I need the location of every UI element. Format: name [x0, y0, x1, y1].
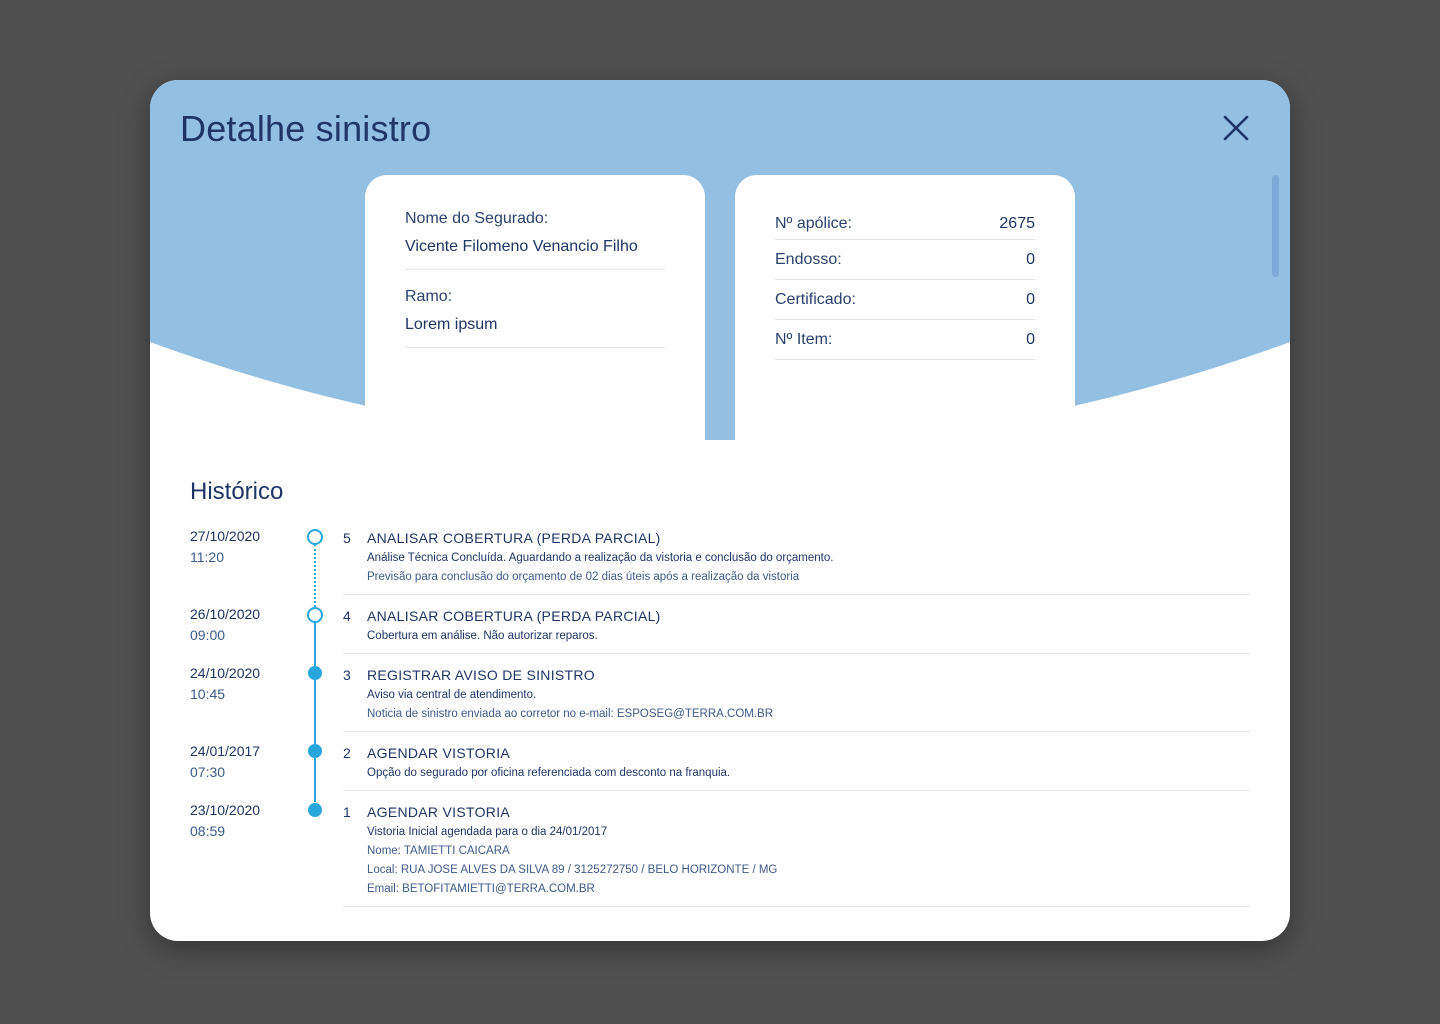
entry-number: 4 [343, 608, 351, 624]
entry-detail: Nome: TAMIETTI CAICARA [367, 845, 510, 857]
entry-description: Opção do segurado por oficina referencia… [367, 767, 731, 779]
entry-date: 26/10/2020 [190, 606, 261, 622]
entry-divider [343, 906, 1250, 907]
entry-detail: Email: BETOFITAMIETTI@TERRA.COM.BR [367, 883, 595, 895]
entry-time: 10:45 [190, 686, 226, 702]
claim-detail-modal: Detalhe sinistro Nome do Segurado: Vicen… [150, 80, 1290, 941]
entry-divider [343, 594, 1250, 595]
timeline-connector [314, 758, 316, 802]
entry-detail: Previsão para conclusão do orçamento de … [367, 571, 800, 583]
timeline-connector [314, 680, 316, 744]
entry-time: 09:00 [190, 627, 226, 643]
entry-divider [343, 653, 1250, 654]
entry-description: Vistoria Inicial agendada para o dia 24/… [367, 826, 608, 838]
entry-description: Análise Técnica Concluída. Aguardando a … [367, 552, 834, 564]
entry-divider [343, 790, 1250, 791]
entry-title: AGENDAR VISTORIA [367, 804, 511, 820]
timeline-connector [314, 544, 316, 607]
entry-number: 1 [343, 804, 351, 820]
history-timeline: 27/10/2020 11:20 5 ANALISAR COBERTURA (P… [150, 80, 1290, 941]
entry-description: Cobertura em análise. Não autorizar repa… [367, 630, 598, 642]
entry-title: REGISTRAR AVISO DE SINISTRO [367, 667, 595, 683]
entry-number: 5 [343, 530, 351, 546]
entry-time: 11:20 [190, 549, 224, 565]
entry-date: 23/10/2020 [190, 802, 261, 818]
entry-description: Aviso via central de atendimento. [367, 689, 537, 701]
entry-title: AGENDAR VISTORIA [367, 745, 511, 761]
entry-date: 27/10/2020 [190, 528, 261, 544]
entry-date: 24/01/2017 [190, 743, 261, 759]
entry-time: 08:59 [190, 823, 226, 839]
entry-number: 2 [343, 745, 351, 761]
entry-detail: Noticia de sinistro enviada ao corretor … [367, 708, 774, 720]
timeline-dot-pending [307, 607, 323, 623]
entry-detail: Local: RUA JOSE ALVES DA SILVA 89 / 3125… [367, 864, 778, 876]
entry-number: 3 [343, 667, 351, 683]
entry-title: ANALISAR COBERTURA (PERDA PARCIAL) [367, 530, 661, 546]
timeline-connector [314, 622, 316, 666]
entry-time: 07:30 [190, 764, 226, 780]
entry-divider [343, 731, 1250, 732]
timeline-dot-done [308, 744, 322, 758]
timeline-dot-done [308, 666, 322, 680]
timeline-dot-done [308, 803, 322, 817]
entry-date: 24/10/2020 [190, 665, 261, 681]
entry-title: ANALISAR COBERTURA (PERDA PARCIAL) [367, 608, 661, 624]
timeline-dot-pending [307, 529, 323, 545]
